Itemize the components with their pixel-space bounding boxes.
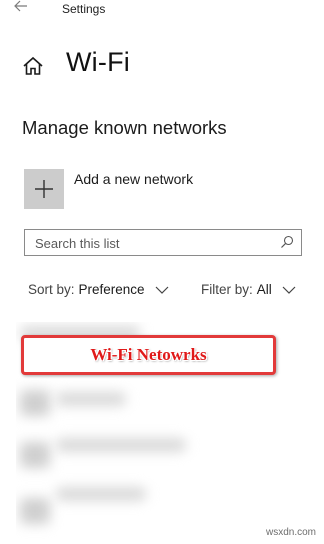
page-title: Wi-Fi [66,47,130,77]
search-box[interactable] [24,229,302,256]
sort-label: Sort by: [28,282,75,297]
sort-dropdown[interactable]: Sort by: Preference [28,282,169,297]
section-title: Manage known networks [22,117,227,138]
filter-value: All [256,282,272,297]
search-input[interactable] [35,234,275,252]
blurred-list-icon [20,442,50,468]
back-arrow-icon [14,0,27,12]
blurred-list-item [56,392,126,406]
window-title: Settings [62,2,106,16]
annotation-text: Wi-Fi Netowrks [90,345,207,364]
sort-value: Preference [78,282,145,297]
annotation-callout: Wi-Fi Netowrks [21,335,276,375]
blurred-list-icon [20,498,50,524]
chevron-down-icon [155,286,169,294]
blurred-list-item [56,487,146,501]
search-icon[interactable] [280,235,294,249]
add-network-label[interactable]: Add a new network [74,171,193,187]
home-icon [23,56,43,75]
watermark: wsxdn.com [265,527,316,538]
filter-dropdown[interactable]: Filter by: All [201,282,296,297]
blurred-list-item [56,438,186,452]
back-button[interactable] [14,0,36,18]
home-button[interactable] [22,55,44,77]
chevron-down-icon [282,286,296,294]
plus-icon [35,180,53,198]
blurred-list-icon [20,390,50,416]
add-network-button[interactable] [24,169,64,209]
filter-label: Filter by: [201,282,253,297]
